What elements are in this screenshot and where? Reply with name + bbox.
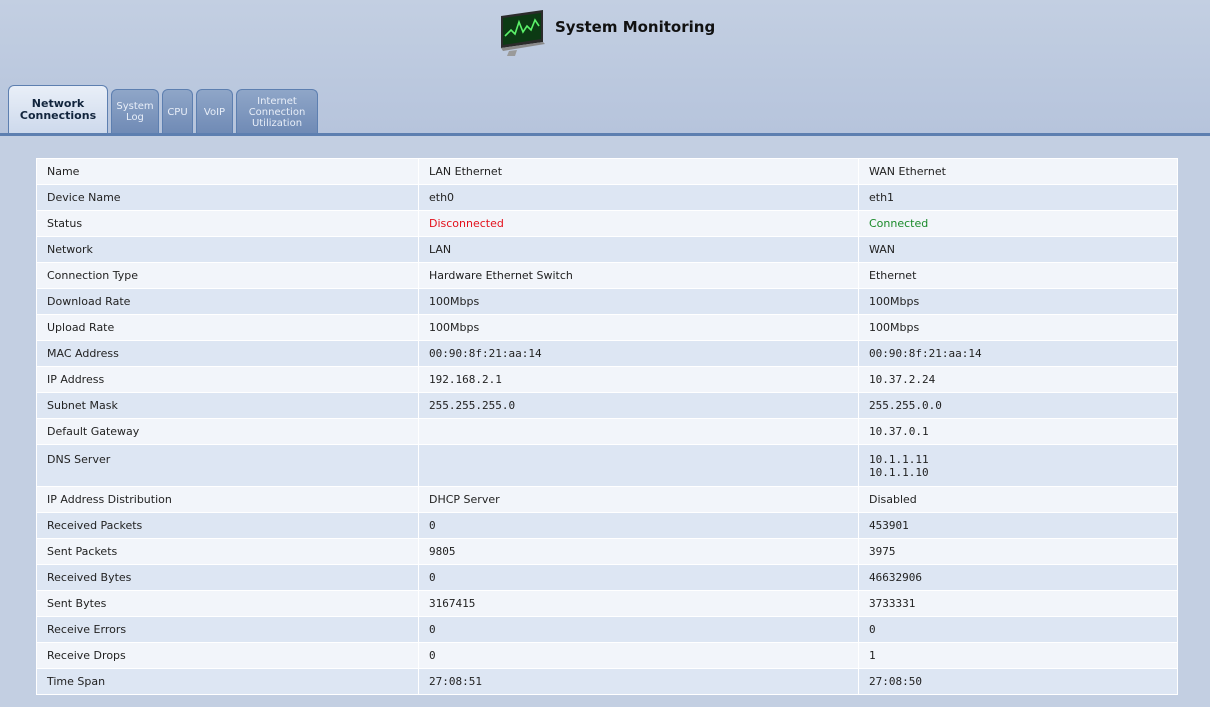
row-label: Name — [36, 158, 419, 185]
table-row: IP Address Distribution DHCP Server Disa… — [36, 486, 1178, 513]
lan-value: DHCP Server — [418, 486, 859, 513]
tab-internet-connection-utilization[interactable]: Internet Connection Utilization — [236, 89, 318, 134]
row-label: IP Address — [36, 366, 419, 393]
row-label: Default Gateway — [36, 418, 419, 445]
lan-status-value: Disconnected — [418, 210, 859, 237]
wan-value: 1 — [858, 642, 1178, 669]
table-row: Network LAN WAN — [36, 236, 1178, 263]
lan-value: 0 — [418, 642, 859, 669]
lan-value — [418, 418, 859, 445]
lan-value: 27:08:51 — [418, 668, 859, 695]
lan-value: LAN Ethernet — [418, 158, 859, 185]
lan-value: 192.168.2.1 — [418, 366, 859, 393]
wan-status-value: Connected — [858, 210, 1178, 237]
table-row: Sent Bytes 3167415 3733331 — [36, 590, 1178, 617]
row-label: DNS Server — [36, 444, 419, 487]
row-label: Subnet Mask — [36, 392, 419, 419]
row-label: MAC Address — [36, 340, 419, 367]
row-label: Received Packets — [36, 512, 419, 539]
row-label: Sent Bytes — [36, 590, 419, 617]
tab-label: VoIP — [203, 106, 226, 118]
row-label: Network — [36, 236, 419, 263]
lan-value: eth0 — [418, 184, 859, 211]
network-connections-table: Name LAN Ethernet WAN Ethernet Device Na… — [36, 158, 1178, 695]
row-label: Time Span — [36, 668, 419, 695]
wan-value: 27:08:50 — [858, 668, 1178, 695]
wan-value: 100Mbps — [858, 314, 1178, 341]
table-row: Sent Packets 9805 3975 — [36, 538, 1178, 565]
wan-value: 00:90:8f:21:aa:14 — [858, 340, 1178, 367]
monitor-chart-icon — [501, 10, 545, 56]
row-label: Download Rate — [36, 288, 419, 315]
row-label: Status — [36, 210, 419, 237]
tab-label: Network Connections — [19, 97, 97, 122]
wan-value: eth1 — [858, 184, 1178, 211]
lan-value: Hardware Ethernet Switch — [418, 262, 859, 289]
lan-value: 0 — [418, 564, 859, 591]
page-header: System Monitoring — [497, 8, 715, 56]
table-row: IP Address 192.168.2.1 10.37.2.24 — [36, 366, 1178, 393]
lan-value: 0 — [418, 616, 859, 643]
lan-value: 100Mbps — [418, 314, 859, 341]
tab-label: CPU — [167, 106, 188, 118]
wan-value: 10.37.2.24 — [858, 366, 1178, 393]
lan-value — [418, 444, 859, 487]
table-row: Received Packets 0 453901 — [36, 512, 1178, 539]
wan-value: Ethernet — [858, 262, 1178, 289]
row-label: Upload Rate — [36, 314, 419, 341]
table-row: Upload Rate 100Mbps 100Mbps — [36, 314, 1178, 341]
table-row: Subnet Mask 255.255.255.0 255.255.0.0 — [36, 392, 1178, 419]
table-row: Device Name eth0 eth1 — [36, 184, 1178, 211]
row-label: Receive Drops — [36, 642, 419, 669]
page-title: System Monitoring — [555, 18, 716, 36]
lan-value: 3167415 — [418, 590, 859, 617]
wan-value: WAN Ethernet — [858, 158, 1178, 185]
table-row: Received Bytes 0 46632906 — [36, 564, 1178, 591]
tab-network-connections[interactable]: Network Connections — [8, 85, 108, 134]
wan-value: 46632906 — [858, 564, 1178, 591]
tab-label: Internet Connection Utilization — [248, 95, 306, 129]
wan-value: 0 — [858, 616, 1178, 643]
lan-value: 255.255.255.0 — [418, 392, 859, 419]
lan-value: 0 — [418, 512, 859, 539]
lan-value: 100Mbps — [418, 288, 859, 315]
tab-label: System Log — [116, 101, 154, 123]
dns-server-primary: 10.1.1.11 — [869, 453, 929, 466]
row-label: Received Bytes — [36, 564, 419, 591]
row-label: Sent Packets — [36, 538, 419, 565]
table-row: Download Rate 100Mbps 100Mbps — [36, 288, 1178, 315]
wan-value: 10.37.0.1 — [858, 418, 1178, 445]
table-row: Default Gateway 10.37.0.1 — [36, 418, 1178, 445]
wan-value: 100Mbps — [858, 288, 1178, 315]
table-row: Name LAN Ethernet WAN Ethernet — [36, 158, 1178, 185]
wan-value: Disabled — [858, 486, 1178, 513]
lan-value: LAN — [418, 236, 859, 263]
table-row: Connection Type Hardware Ethernet Switch… — [36, 262, 1178, 289]
tab-system-log[interactable]: System Log — [111, 89, 159, 134]
table-row: Status Disconnected Connected — [36, 210, 1178, 237]
row-label: Device Name — [36, 184, 419, 211]
table-row: Time Span 27:08:51 27:08:50 — [36, 668, 1178, 695]
wan-value: 10.1.1.11 10.1.1.10 — [858, 444, 1178, 487]
wan-value: 453901 — [858, 512, 1178, 539]
tab-cpu[interactable]: CPU — [162, 89, 193, 134]
table-row: Receive Errors 0 0 — [36, 616, 1178, 643]
tab-bar: Network Connections System Log CPU VoIP … — [8, 85, 318, 134]
row-label: Connection Type — [36, 262, 419, 289]
tab-voip[interactable]: VoIP — [196, 89, 233, 134]
table-row: DNS Server 10.1.1.11 10.1.1.10 — [36, 444, 1178, 487]
lan-value: 00:90:8f:21:aa:14 — [418, 340, 859, 367]
row-label: Receive Errors — [36, 616, 419, 643]
wan-value: 255.255.0.0 — [858, 392, 1178, 419]
wan-value: 3733331 — [858, 590, 1178, 617]
table-row: Receive Drops 0 1 — [36, 642, 1178, 669]
lan-value: 9805 — [418, 538, 859, 565]
row-label: IP Address Distribution — [36, 486, 419, 513]
table-row: MAC Address 00:90:8f:21:aa:14 00:90:8f:2… — [36, 340, 1178, 367]
wan-value: WAN — [858, 236, 1178, 263]
wan-value: 3975 — [858, 538, 1178, 565]
dns-server-secondary: 10.1.1.10 — [869, 466, 929, 479]
